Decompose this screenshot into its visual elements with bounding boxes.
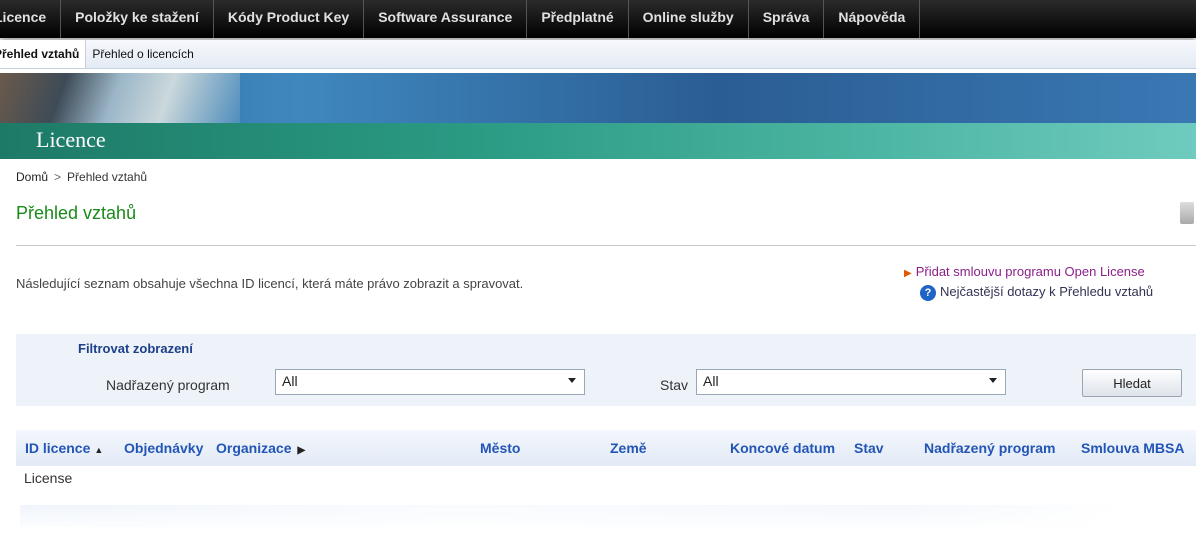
column-license-id[interactable]: ID licence ▲ — [25, 440, 107, 456]
table-header: ID licence ▲ Objednávky Organizace ▶ Město… — [16, 430, 1196, 466]
column-mbsa-agreement[interactable]: Smlouva MBSA — [1081, 440, 1184, 456]
filter-title: Filtrovat zobrazení — [78, 341, 193, 356]
filter-panel: Filtrovat zobrazení Nadřazený program Al… — [16, 334, 1196, 406]
bottom-fade — [0, 495, 1196, 543]
topnav-help[interactable]: Nápověda — [824, 0, 921, 38]
column-city[interactable]: Město — [480, 440, 520, 456]
topnav-product-keys[interactable]: Kódy Product Key — [214, 0, 365, 38]
parent-program-select[interactable]: All — [275, 369, 585, 395]
banner-title: Licence — [36, 127, 106, 152]
print-icon[interactable] — [1180, 202, 1194, 224]
topnav-online-services[interactable]: Online služby — [629, 0, 749, 38]
status-select[interactable]: All — [696, 369, 1006, 395]
breadcrumb-current: Přehled vztahů — [67, 170, 148, 184]
help-icon: ? — [920, 284, 936, 301]
faq-link[interactable]: ? Nejčastější dotazy k Přehledu vztahů — [904, 282, 1196, 302]
chevron-down-icon — [568, 378, 576, 383]
chevron-down-icon — [989, 378, 997, 383]
tab-license-summary[interactable]: Přehled o licencích — [86, 40, 199, 68]
column-parent-program[interactable]: Nadřazený program — [924, 440, 1055, 456]
header-banner: Licence — [0, 73, 1196, 159]
divider — [16, 245, 1196, 246]
faq-label: Nejčastější dotazy k Přehledu vztahů — [940, 284, 1154, 299]
sort-asc-icon: ▲ — [94, 445, 104, 455]
arrow-right-icon: ▶ — [904, 268, 912, 279]
parent-program-value: All — [282, 373, 298, 389]
top-navigation: Licence Položky ke stažení Kódy Product … — [0, 0, 1196, 38]
topnav-administration[interactable]: Správa — [749, 0, 825, 38]
arrow-right-icon: ▶ — [297, 445, 306, 456]
add-open-license-link[interactable]: ▶ Přidat smlouvu programu Open License — [904, 262, 1196, 282]
status-label: Stav — [660, 377, 689, 393]
column-organization[interactable]: Organizace ▶ — [216, 440, 305, 456]
sub-navigation: Přehled vztahů Přehled o licencích — [0, 40, 1196, 69]
banner-stripe — [0, 123, 1196, 159]
topnav-downloads[interactable]: Položky ke stažení — [61, 0, 214, 38]
breadcrumb: Domů > Přehled vztahů — [16, 170, 147, 184]
breadcrumb-separator: > — [54, 170, 62, 184]
page-title: Přehled vztahů — [16, 203, 137, 223]
column-orders[interactable]: Objednávky — [124, 440, 203, 456]
side-links: ▶ Přidat smlouvu programu Open License ? N… — [904, 262, 1196, 302]
tab-relationship-summary[interactable]: Přehled vztahů — [0, 40, 87, 68]
topnav-software-assurance[interactable]: Software Assurance — [364, 0, 528, 38]
table-row-license: License — [24, 470, 73, 486]
add-open-license-label: Přidat smlouvu programu Open License — [915, 264, 1145, 279]
column-status[interactable]: Stav — [854, 440, 884, 456]
topnav-licence[interactable]: Licence — [0, 0, 62, 38]
search-button[interactable]: Hledat — [1082, 369, 1182, 397]
topnav-subscriptions[interactable]: Předplatné — [527, 0, 629, 38]
column-end-date[interactable]: Koncové datum — [730, 440, 835, 456]
intro-text: Následující seznam obsahuje všechna ID l… — [16, 276, 524, 291]
breadcrumb-home[interactable]: Domů — [16, 170, 48, 184]
status-value: All — [703, 373, 719, 389]
column-country[interactable]: Země — [610, 440, 647, 456]
parent-program-label: Nadřazený program — [106, 377, 230, 393]
